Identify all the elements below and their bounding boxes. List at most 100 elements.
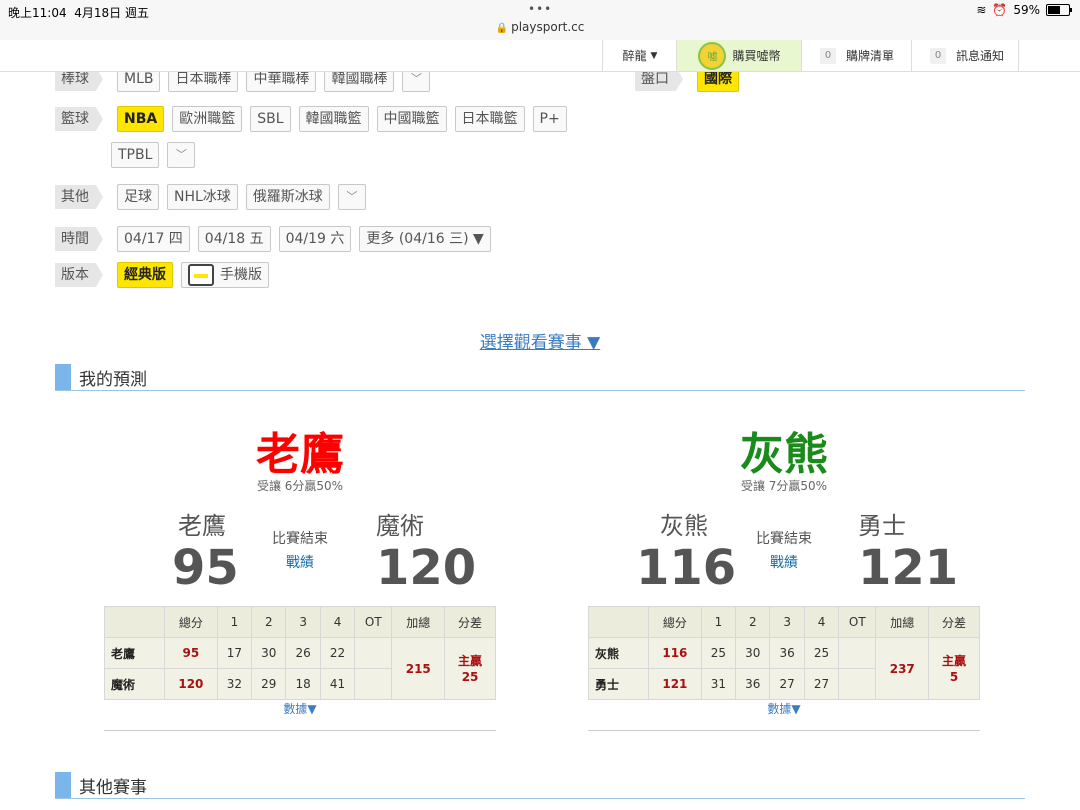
messages-label: 訊息通知 [956,49,1005,63]
header-ot: OT [354,606,393,638]
row-q2: 30 [251,637,287,669]
other-tag: 其他 [55,185,103,209]
date-more-dropdown[interactable]: 更多 (04/16 三) ▼ [359,226,491,252]
cart-button[interactable]: 0 購牌清單 [801,40,911,71]
record-link[interactable]: 戰績 [588,552,980,572]
cart-label: 購牌清單 [846,49,895,63]
top-nav: 醉龍 ▼ 噓 購買噓幣 0 購牌清單 0 訊息通知 [0,40,1080,72]
chevron-down-icon[interactable]: ﹀ [167,142,196,168]
time: 晚上11:04 [8,6,67,20]
other-games-header: 其他賽事 [55,772,1025,799]
lock-icon: 🔒 [495,23,509,34]
address-bar[interactable]: 🔒 playsport.cc [0,20,1080,34]
data-toggle[interactable]: 數據▼ [588,700,980,717]
corner-cell [104,606,165,638]
handicap-international[interactable]: 國際 [697,72,739,92]
header-diff: 分差 [928,606,980,638]
row-q3: 18 [285,668,321,700]
sum-cell: 215 [391,637,446,700]
row-team: 勇士 [588,668,649,700]
basketball-row: 籃球 NBA 歐洲職籃 SBL 韓國職籃 中國職籃 日本職籃 P+ [55,106,567,132]
chevron-down-icon[interactable]: ﹀ [402,72,431,92]
battery-icon [1046,4,1072,16]
date-0417[interactable]: 04/17 四 [117,226,190,252]
filter-mlb[interactable]: MLB [117,72,161,92]
card-divider [588,730,980,731]
chevron-down-icon[interactable]: ﹀ [337,184,366,210]
battery-percent: 59% [1013,3,1040,17]
game-status: 比賽結束 [272,531,328,547]
row-q3: 36 [769,637,805,669]
diff-value: 25 [461,669,479,684]
version-tag: 版本 [55,263,103,287]
sum-cell: 237 [875,637,930,700]
clock: 晚上11:04 4月18日 週五 [8,4,149,21]
filter-nba[interactable]: NBA [117,106,165,132]
row-ot [838,668,877,700]
row-ot [354,637,393,669]
row-ot [354,668,393,700]
version-row: 版本 經典版 手機版 [55,262,269,288]
select-games-link[interactable]: 選擇觀看賽事 ▼ [0,328,1080,353]
row-q3: 27 [769,668,805,700]
filter-euroleague[interactable]: 歐洲職籃 [172,106,243,132]
status-bar: 晚上11:04 4月18日 週五 ••• 🔒 playsport.cc ≋ ⏰ 5… [0,0,1080,40]
date-0418[interactable]: 04/18 五 [197,226,271,252]
user-menu[interactable]: 醉龍 ▼ [602,40,677,71]
diff-label: 主贏 [458,653,483,668]
row-total: 95 [164,637,218,669]
row-q1: 17 [216,637,253,669]
wifi-icon: ≋ [976,3,987,17]
filter-bleague[interactable]: 日本職籃 [454,106,525,132]
date-0419[interactable]: 04/19 六 [278,226,352,252]
message-count: 0 [930,47,946,64]
pick-odds: 受讓 6分贏50% [256,479,344,493]
filter-sbl[interactable]: SBL [250,106,291,132]
prediction-card-1: 老鷹 受讓 6分贏50% 老鷹 魔術 95 120 比賽結束 戰績 總分 1 2… [104,410,496,731]
buy-coins-label: 購買噓幣 [732,49,781,63]
row-q1: 32 [216,668,253,700]
header-q4: 4 [319,606,356,638]
header-sum: 加總 [875,606,930,638]
caret-down-icon: ▼ [650,50,658,61]
section-title: 我的預測 [79,369,147,390]
header-q1: 1 [700,606,737,638]
pick-odds: 受讓 7分贏50% [740,479,828,493]
header-q2: 2 [251,606,287,638]
url-text: playsport.cc [511,20,585,34]
header-sum: 加總 [391,606,446,638]
filter-nhl[interactable]: NHL冰球 [167,184,238,210]
messages-button[interactable]: 0 訊息通知 [911,40,1019,71]
row-q1: 31 [700,668,737,700]
select-games-text: 選擇觀看賽事 ▼ [479,333,601,353]
row-q2: 29 [251,668,287,700]
data-toggle[interactable]: 數據▼ [104,700,496,717]
diff-value: 5 [949,669,959,684]
box-score: 總分 1 2 3 4 OT 加總 分差 灰熊 116 25 30 36 25 2… [588,606,980,700]
filter-khl[interactable]: 俄羅斯冰球 [245,184,330,210]
table-row: 灰熊 116 25 30 36 25 237 主贏 5 [588,637,980,700]
record-link[interactable]: 戰績 [104,552,496,572]
classic-version[interactable]: 經典版 [117,262,173,288]
header-q4: 4 [803,606,840,638]
row-total: 120 [164,668,218,700]
tab-dots[interactable]: ••• [528,2,552,16]
section-bar [55,772,71,798]
row-q4: 27 [803,668,840,700]
filter-cba[interactable]: 中國職籃 [376,106,447,132]
filter-pplus[interactable]: P+ [532,106,567,132]
buy-coins-button[interactable]: 噓 購買噓幣 [676,40,802,71]
mobile-version[interactable]: 手機版 [181,262,269,288]
box-header: 總分 1 2 3 4 OT 加總 分差 [104,606,496,638]
filter-soccer[interactable]: 足球 [117,184,159,210]
filter-npb[interactable]: 日本職棒 [168,72,239,92]
row-q4: 41 [319,668,356,700]
filter-tpbl[interactable]: TPBL [111,142,160,168]
filter-kbo[interactable]: 韓國職棒 [324,72,395,92]
header-total: 總分 [164,606,218,638]
filter-cpbl[interactable]: 中華職棒 [246,72,317,92]
box-score: 總分 1 2 3 4 OT 加總 分差 老鷹 95 17 30 26 22 21… [104,606,496,700]
pick-team: 灰熊 [740,429,828,480]
row-team: 魔術 [104,668,165,700]
filter-kbl[interactable]: 韓國職籃 [298,106,369,132]
